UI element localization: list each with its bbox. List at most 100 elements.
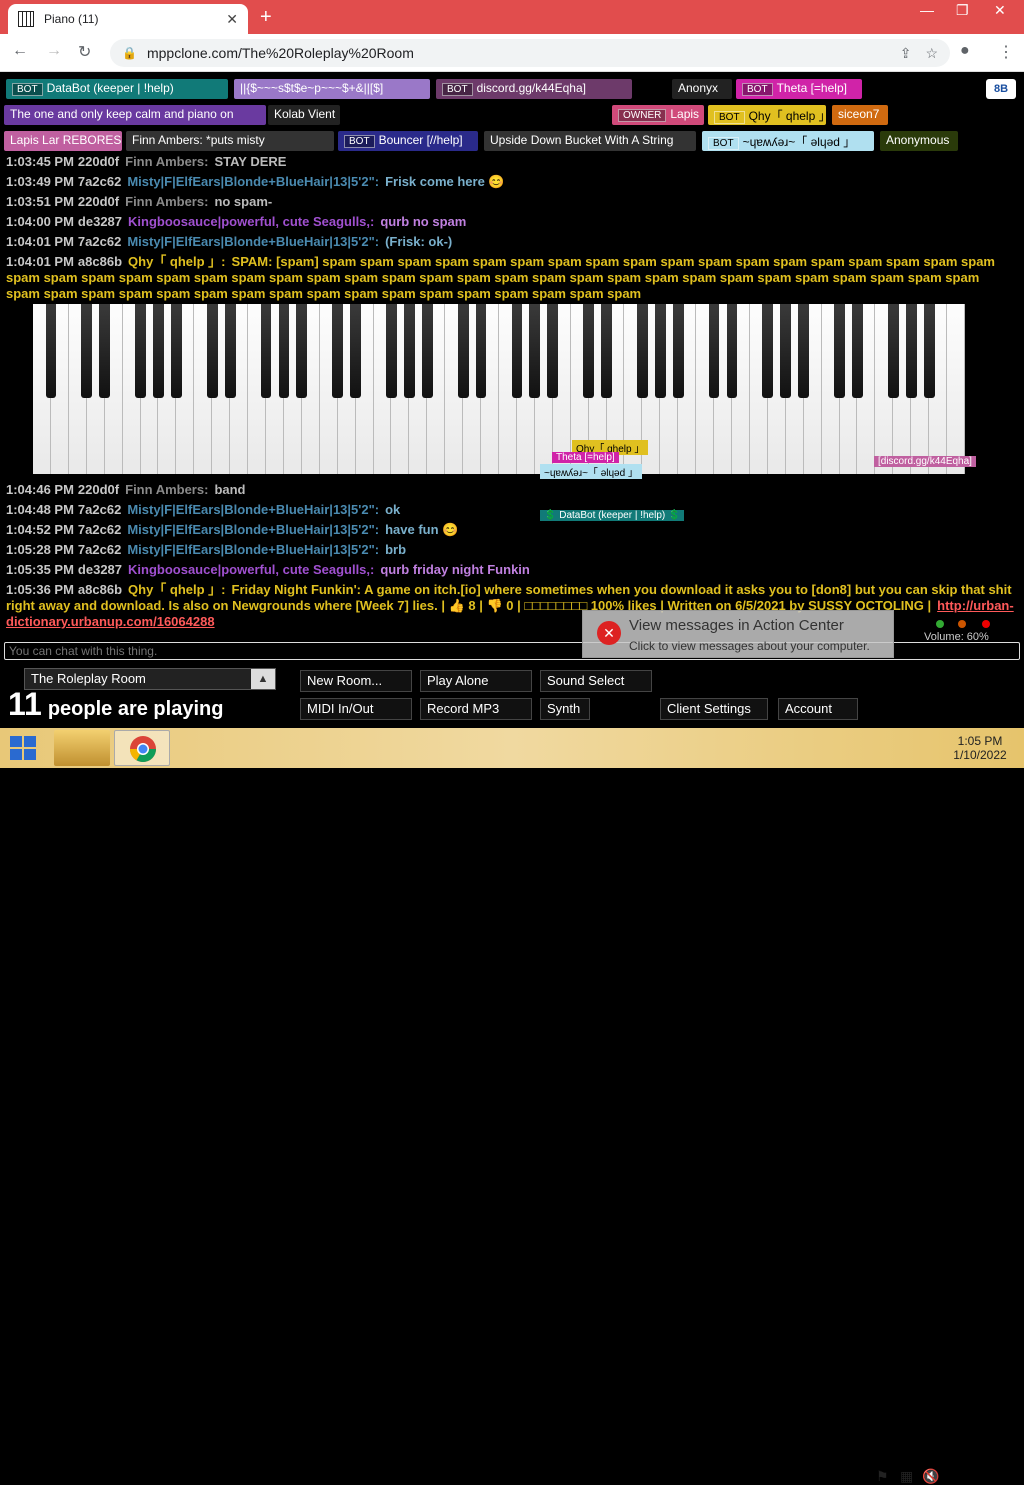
record-mp3-button[interactable]: Record MP3: [420, 698, 532, 720]
user-badge[interactable]: BOT Qhy「 qhelp 」: [708, 105, 826, 125]
user-badge[interactable]: BOT Theta [=help]: [736, 79, 862, 99]
user-badge[interactable]: Upside Down Bucket With A String: [484, 131, 696, 151]
black-key[interactable]: [834, 304, 845, 398]
black-key[interactable]: [457, 304, 469, 398]
message-nick[interactable]: Misty|F|ElfEars|Blonde+BlueHair|13|5'2":: [127, 174, 379, 189]
black-key[interactable]: [224, 304, 236, 398]
user-badge[interactable]: OWNER Lapis: [612, 105, 704, 125]
restore-icon[interactable]: ❐: [956, 2, 969, 19]
chrome-taskbar-icon[interactable]: [114, 730, 170, 766]
user-badge[interactable]: ||{$~~~s$t$e~p~~~$+&||[$]: [234, 79, 430, 99]
new-tab-icon[interactable]: +: [260, 6, 272, 29]
bookmark-star-icon[interactable]: ☆: [925, 45, 938, 62]
reload-icon[interactable]: ↻: [78, 42, 91, 62]
user-badge[interactable]: BOT DataBot (keeper | !help): [6, 79, 228, 99]
black-key[interactable]: [672, 304, 684, 398]
black-key[interactable]: [206, 304, 218, 398]
black-key[interactable]: [762, 304, 774, 398]
black-key[interactable]: [135, 304, 146, 398]
action-center-toast[interactable]: ✕ View messages in Action Center Click t…: [582, 610, 894, 658]
black-key[interactable]: [798, 304, 810, 398]
speaker-muted-icon[interactable]: 🔇: [922, 1468, 939, 1485]
black-key[interactable]: [905, 304, 917, 398]
black-key[interactable]: [332, 304, 344, 398]
user-badge[interactable]: BOT discord.gg/k44Eqha]: [436, 79, 632, 99]
black-key[interactable]: [529, 304, 541, 398]
black-key[interactable]: [278, 304, 290, 398]
user-badge[interactable]: BOT Bouncer [//help]: [338, 131, 478, 151]
black-key[interactable]: [171, 304, 182, 398]
corner-button[interactable]: 8B: [986, 79, 1016, 99]
sound-select-button[interactable]: Sound Select: [540, 670, 652, 692]
black-key[interactable]: [780, 304, 792, 398]
message-nick[interactable]: Finn Ambers:: [125, 482, 208, 497]
black-key[interactable]: [726, 304, 738, 398]
volume-label[interactable]: Volume: 60%: [924, 631, 989, 643]
user-badge[interactable]: Anonymous: [880, 131, 958, 151]
profile-avatar-icon[interactable]: ●: [960, 42, 970, 60]
user-badge[interactable]: siceon7: [832, 105, 888, 125]
message-nick[interactable]: Kingboosauce|powerful, cute Seagulls,:: [128, 562, 374, 577]
black-key[interactable]: [583, 304, 594, 398]
close-window-icon[interactable]: ✕: [994, 2, 1006, 19]
black-key[interactable]: [296, 304, 308, 398]
user-badge[interactable]: The one and only keep calm and piano on: [4, 105, 266, 125]
message-nick[interactable]: Finn Ambers:: [125, 194, 208, 209]
black-key[interactable]: [923, 304, 935, 398]
black-key[interactable]: [654, 304, 666, 398]
black-key[interactable]: [81, 304, 93, 398]
black-key[interactable]: [547, 304, 559, 398]
message-nick[interactable]: Qhy「 qhelp 」:: [128, 254, 226, 269]
forward-icon[interactable]: →: [46, 42, 62, 60]
tray-flag-icon[interactable]: ⚑: [876, 1468, 889, 1485]
black-key[interactable]: [99, 304, 111, 398]
browser-tab[interactable]: Piano (11) ✕: [8, 4, 248, 34]
address-bar[interactable]: 🔒 mppclone.com/The%20Roleplay%20Room ⇪ ☆: [110, 39, 950, 67]
black-key[interactable]: [637, 304, 648, 398]
new-room-button[interactable]: New Room...: [300, 670, 412, 692]
minimize-icon[interactable]: —: [920, 2, 934, 18]
black-key[interactable]: [421, 304, 433, 398]
taskbar-clock[interactable]: 1:05 PM 1/10/2022: [948, 734, 1012, 762]
black-key[interactable]: [887, 304, 899, 398]
share-icon[interactable]: ⇪: [900, 45, 912, 62]
windows-start-icon[interactable]: [10, 736, 36, 760]
black-key[interactable]: [260, 304, 272, 398]
user-badge[interactable]: Anonyx: [672, 79, 732, 99]
warning-flag-icon: ✕: [597, 621, 621, 645]
user-badge[interactable]: BOT ~ɥɐʍʎǝɹ~「 ǝlɥǝd 」: [702, 131, 874, 151]
file-explorer-icon[interactable]: [54, 730, 110, 766]
synth-button[interactable]: Synth: [540, 698, 590, 720]
account-button[interactable]: Account: [778, 698, 858, 720]
black-key[interactable]: [852, 304, 863, 398]
back-icon[interactable]: ←: [12, 42, 28, 60]
black-key[interactable]: [475, 304, 487, 398]
midi-button[interactable]: MIDI In/Out: [300, 698, 412, 720]
message-nick[interactable]: Misty|F|ElfEars|Blonde+BlueHair|13|5'2":: [127, 542, 379, 557]
network-icon[interactable]: ▦: [900, 1468, 913, 1485]
black-key[interactable]: [404, 304, 415, 398]
message-nick[interactable]: Qhy「 qhelp 」:: [128, 582, 226, 597]
white-key[interactable]: [947, 304, 965, 474]
user-badge[interactable]: Lapis Lar REBORES: [4, 131, 122, 151]
client-settings-button[interactable]: Client Settings: [660, 698, 768, 720]
user-list: BOT DataBot (keeper | !help) ||{$~~~s$t$e~…: [0, 77, 1024, 162]
message-nick[interactable]: Kingboosauce|powerful, cute Seagulls,:: [128, 214, 374, 229]
black-key[interactable]: [708, 304, 720, 398]
piano-keyboard[interactable]: [33, 304, 965, 474]
black-key[interactable]: [601, 304, 612, 398]
caret-up-icon[interactable]: ▲: [251, 669, 275, 689]
user-badge[interactable]: Finn Ambers: *puts misty: [126, 131, 334, 151]
black-key[interactable]: [350, 304, 361, 398]
user-badge[interactable]: Kolab Vient: [268, 105, 340, 125]
black-key[interactable]: [45, 304, 57, 398]
message-nick[interactable]: Misty|F|ElfEars|Blonde+BlueHair|13|5'2":: [127, 234, 379, 249]
close-tab-icon[interactable]: ✕: [226, 11, 238, 28]
black-key[interactable]: [153, 304, 164, 398]
message-nick[interactable]: Misty|F|ElfEars|Blonde+BlueHair|13|5'2":: [127, 522, 379, 537]
play-alone-button[interactable]: Play Alone: [420, 670, 532, 692]
black-key[interactable]: [511, 304, 523, 398]
black-key[interactable]: [386, 304, 397, 398]
menu-kebab-icon[interactable]: ⋮: [998, 42, 1014, 62]
message-nick[interactable]: Misty|F|ElfEars|Blonde+BlueHair|13|5'2":: [127, 502, 379, 517]
